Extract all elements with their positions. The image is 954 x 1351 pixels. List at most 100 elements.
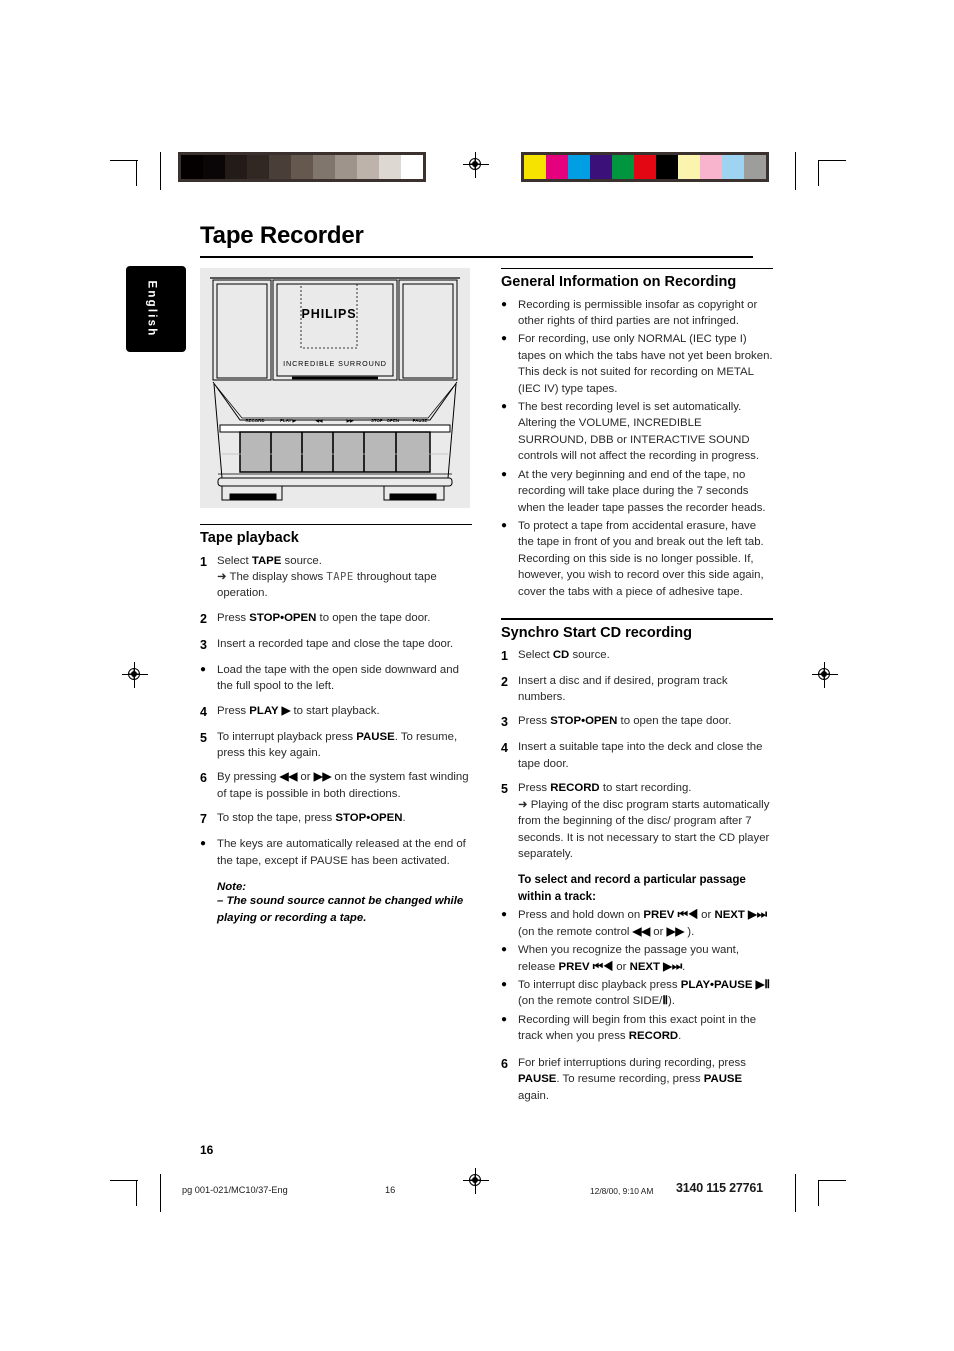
bullet-marker: ● [200, 838, 207, 850]
step-text: The best recording level is set automati… [518, 399, 773, 465]
step-text: Load the tape with the open side downwar… [217, 662, 472, 695]
body-text: or [650, 925, 667, 938]
section-title-tape-playback: Tape playback [200, 530, 299, 547]
numbered-step: 5 Press RECORD to start recording. ➜ Playi… [501, 780, 773, 862]
right-column: General Information on Recording ● Record… [501, 268, 773, 1112]
emphasis-text: STOP•OPEN [550, 715, 618, 728]
body-text: or [698, 909, 715, 922]
display-text: TAPE [326, 570, 354, 583]
tape-recorder-diagram: PHILIPS INCREDIBLE SURROUND RECORD PLAY … [210, 277, 460, 501]
body-text: ). [667, 995, 675, 1008]
body-text: To interrupt disc playback press [518, 979, 681, 992]
crop-mark-bottom-left-v [136, 1180, 138, 1206]
general-information-bullets: ● Recording is permissible insofar as cop… [501, 297, 773, 601]
illu-button-label-play: PLAY ▶ [280, 418, 296, 423]
section-divider [501, 268, 773, 270]
select-passage-bullets: ● Press and hold down on PREV ⏮◀ or NEXT … [501, 907, 773, 1044]
body-text: Load the tape with the open side downwar… [217, 663, 459, 693]
body-text: Recording is permissible insofar as copy… [518, 298, 758, 327]
bullet-marker: ● [200, 663, 207, 675]
numbered-step: 5 To interrupt playback press PAUSE. To r… [200, 729, 472, 762]
note-title: Note: [217, 881, 247, 894]
body-text: Press [518, 782, 551, 795]
bullet-marker: ● [501, 468, 508, 480]
body-text: Insert a suitable tape into the deck and… [518, 741, 763, 770]
emphasis-text: ◀◀ [632, 925, 651, 938]
page-number: 16 [200, 1143, 214, 1157]
emphasis-text: PAUSE [703, 1073, 743, 1086]
step-number: 3 [200, 637, 207, 652]
bullet-item: ● The keys are automatically released at … [200, 836, 472, 869]
illu-button-label-rewind: ◀◀ [315, 418, 323, 423]
body-text: At the very beginning and end of the tap… [518, 468, 766, 514]
step-number: 6 [200, 771, 207, 786]
step-text: Select TAPE source. ➜ The display shows T… [217, 553, 472, 602]
footer-document-code: 3140 115 27761 [676, 1181, 763, 1195]
crop-mark-top-left-v [136, 160, 138, 186]
color-swatch [678, 155, 700, 179]
body-text: To interrupt playback press [217, 730, 357, 743]
grayscale-swatch [357, 155, 379, 179]
body-text: Select [217, 554, 252, 567]
language-tab: English [126, 266, 186, 352]
bullet-marker: ● [501, 979, 508, 991]
product-illustration: PHILIPS INCREDIBLE SURROUND RECORD PLAY … [200, 268, 470, 508]
footer-filename: pg 001-021/MC10/37-Eng [182, 1185, 288, 1195]
grayscale-swatch [291, 155, 313, 179]
crop-mark-top-right-bar [795, 152, 797, 190]
color-swatch [722, 155, 744, 179]
bullet-item: ● To protect a tape from accidental erasu… [501, 518, 773, 600]
emphasis-text: ◀◀ [279, 771, 298, 784]
registration-mark-right [812, 662, 838, 688]
step-text: Insert a recorded tape and close the tap… [217, 636, 472, 654]
registration-mark-top-center [463, 152, 489, 178]
crop-mark-top-right-v [818, 160, 820, 186]
body-text: Insert a disc and if desired, program tr… [518, 674, 728, 704]
crop-mark-bottom-right-v [818, 1180, 820, 1206]
step-text: Press and hold down on PREV ⏮◀ or NEXT ▶… [518, 907, 773, 940]
step-text: The keys are automatically released at t… [217, 836, 472, 869]
registration-mark-left [122, 662, 148, 688]
step-number: 5 [200, 730, 207, 745]
emphasis-text: ▶▶ [666, 925, 685, 938]
body-text: Playing of the disc program starts autom… [518, 798, 770, 860]
color-swatch [700, 155, 722, 179]
color-swatch [744, 155, 766, 179]
incredible-surround-label: INCREDIBLE SURROUND [283, 359, 387, 368]
step-text: At the very beginning and end of the tap… [518, 467, 773, 516]
color-swatch [612, 155, 634, 179]
emphasis-text: PREV ⏮◀ [643, 909, 698, 922]
step-number: 3 [501, 715, 508, 730]
step-number: 1 [501, 648, 508, 663]
step-text: For recording, use only NORMAL (IEC type… [518, 331, 773, 397]
emphasis-text: NEXT ▶⏭ [714, 909, 768, 922]
step-text: Press STOP•OPEN to open the tape door. [518, 713, 773, 731]
step-number: 2 [200, 611, 207, 626]
numbered-step: 4 Insert a suitable tape into the deck an… [501, 739, 773, 772]
step-text: To interrupt disc playback press PLAY•PA… [518, 977, 773, 1010]
grayscale-calibration-bar [178, 152, 426, 182]
numbered-step: 1 Select TAPE source. ➜ The display shows … [200, 553, 472, 602]
step-result-line: ➜ The display shows TAPE throughout tape… [217, 569, 472, 602]
step-text: By pressing ◀◀ or ▶▶ on the system fast … [217, 769, 472, 802]
numbered-step: 2 Insert a disc and if desired, program t… [501, 673, 773, 706]
bullet-item: ● Recording is permissible insofar as cop… [501, 297, 773, 330]
step-text: Press PLAY ▶ to start playback. [217, 703, 472, 721]
bullet-item: ● Press and hold down on PREV ⏮◀ or NEXT … [501, 907, 773, 940]
body-text: or [297, 771, 314, 784]
title-divider [200, 256, 753, 258]
final-step: 6 For brief interruptions during recordin… [501, 1055, 773, 1104]
numbered-step: 2 Press STOP•OPEN to open the tape door. [200, 610, 472, 628]
step-text: To stop the tape, press STOP•OPEN. [217, 810, 472, 828]
emphasis-text: RECORD [628, 1030, 679, 1043]
step-number: 4 [501, 741, 508, 756]
body-text: . To resume recording, press [556, 1073, 704, 1086]
step-text: To interrupt playback press PAUSE. To re… [217, 729, 472, 762]
color-swatch [546, 155, 568, 179]
crop-mark-bottom-right-h [818, 1180, 846, 1182]
body-text: For recording, use only NORMAL (IEC type… [518, 333, 773, 395]
emphasis-text: PLAY•PAUSE ▶Ⅱ [680, 979, 770, 992]
emphasis-text: STOP•OPEN [249, 611, 317, 624]
step-text: For brief interruptions during recording… [518, 1055, 773, 1104]
section-title-general-information: General Information on Recording [501, 274, 737, 291]
